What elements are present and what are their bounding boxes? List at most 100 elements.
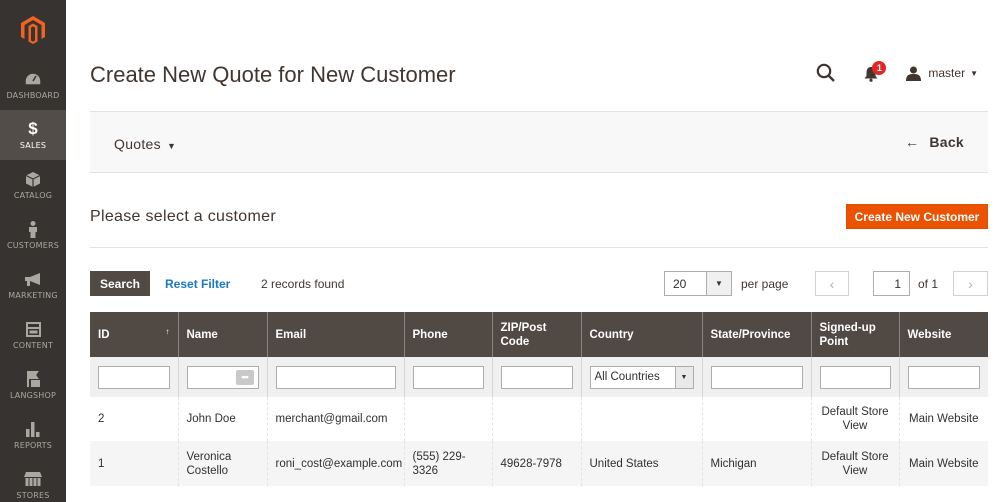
country-filter-select[interactable]: All Countries ▼ <box>589 365 694 389</box>
sidebar-item-stores[interactable]: STORES <box>0 460 66 502</box>
sidebar-item-dashboard[interactable]: DASHBOARD <box>0 60 66 110</box>
notification-count-badge: 1 <box>872 61 887 75</box>
website-filter-input[interactable] <box>907 365 980 389</box>
sidebar-item-marketing[interactable]: MARKETING <box>0 260 66 310</box>
cell-email: merchant@gmail.com <box>266 397 404 441</box>
cell-phone: (555) 229-3326 <box>403 441 492 486</box>
per-page-label: per page <box>741 277 789 291</box>
search-button[interactable]: Search <box>90 271 150 296</box>
notifications-bell[interactable]: 1 <box>864 61 887 83</box>
cell-signed-up-point: Default Store View <box>810 441 899 486</box>
content-icon <box>25 320 41 338</box>
sidebar-item-catalog[interactable]: CATALOG <box>0 160 66 210</box>
country-filter-value: All Countries <box>594 371 660 383</box>
phone-filter-input[interactable] <box>412 365 484 389</box>
page-actions-toolbar: Quotes ▼ ← Back <box>90 111 988 173</box>
column-header-email[interactable]: Email <box>266 312 404 357</box>
page-title: Create New Quote for New Customer <box>90 62 456 87</box>
email-filter-input[interactable] <box>275 365 396 389</box>
cell-zip <box>491 397 581 441</box>
filter-row: ••• All Countries ▼ <box>90 357 988 397</box>
column-header-zip[interactable]: ZIP/Post Code <box>491 312 581 357</box>
customers-grid: ID ↑ Name Email Phone ZIP/Post Code Count… <box>90 312 988 486</box>
chevron-right-icon: › <box>968 275 973 292</box>
cell-email: roni_cost@example.com <box>266 441 404 486</box>
column-header-state[interactable]: State/Province <box>701 312 811 357</box>
sidebar-item-sales[interactable]: $ SALES <box>0 110 66 160</box>
cell-name: Veronica Costello <box>177 441 267 486</box>
cell-id: 2 <box>90 397 178 441</box>
total-pages-label: of 1 <box>918 277 939 291</box>
sidebar-item-label: LANGSHOP <box>9 391 57 400</box>
sidebar-item-label: REPORTS <box>13 441 53 450</box>
more-dots-icon[interactable]: ••• <box>235 369 254 385</box>
bar-chart-icon <box>26 420 40 438</box>
quotes-label: Quotes <box>114 136 161 152</box>
sidebar-item-reports[interactable]: REPORTS <box>0 410 66 460</box>
state-filter-input[interactable] <box>710 365 803 389</box>
back-button[interactable]: ← Back <box>905 134 964 150</box>
user-menu[interactable]: master ▼ <box>906 66 978 81</box>
sidebar-item-label: CATALOG <box>13 191 53 200</box>
sidebar-item-langshop[interactable]: LANGSHOP <box>0 360 66 410</box>
cell-phone <box>403 397 492 441</box>
page-size-select[interactable]: 20 ▼ <box>664 271 732 296</box>
admin-sidebar: DASHBOARD $ SALES CATALOG CUSTOMERS MARK… <box>0 0 66 502</box>
column-header-website[interactable]: Website <box>898 312 988 357</box>
cell-state <box>701 397 811 441</box>
dashboard-icon <box>25 70 41 88</box>
langshop-icon <box>26 370 40 388</box>
signed-up-point-filter-input[interactable] <box>819 365 891 389</box>
cell-zip: 49628-7978 <box>491 441 581 486</box>
next-page-button[interactable]: › <box>953 271 988 296</box>
table-row[interactable]: 2 John Doe merchant@gmail.com Default St… <box>90 397 988 441</box>
id-filter-input[interactable] <box>98 365 170 389</box>
cell-state: Michigan <box>701 441 811 486</box>
table-row[interactable]: 1 Veronica Costello roni_cost@example.co… <box>90 441 988 486</box>
section-divider <box>90 247 988 248</box>
back-label: Back <box>929 134 964 150</box>
person-icon <box>28 220 38 238</box>
magento-logo-icon <box>21 16 45 44</box>
caret-down-icon: ▼ <box>166 141 177 151</box>
create-new-customer-button[interactable]: Create New Customer <box>846 204 988 229</box>
cell-country: United States <box>580 441 702 486</box>
cell-signed-up-point: Default Store View <box>810 397 899 441</box>
cube-icon <box>26 170 40 188</box>
sidebar-item-label: STORES <box>16 491 50 500</box>
reset-filter-link[interactable]: Reset Filter <box>165 277 230 291</box>
column-header-id[interactable]: ID ↑ <box>90 312 178 357</box>
user-name: master <box>928 66 966 80</box>
previous-page-button[interactable]: ‹ <box>815 271 849 296</box>
sidebar-item-content[interactable]: CONTENT <box>0 310 66 360</box>
column-header-signed-up-point[interactable]: Signed-up Point <box>810 312 899 357</box>
current-page-input[interactable]: 1 <box>873 271 910 296</box>
megaphone-icon <box>24 270 42 288</box>
chevron-down-icon[interactable]: ▼ <box>706 272 731 295</box>
chevron-down-icon: ▼ <box>674 366 693 388</box>
column-header-country[interactable]: Country <box>580 312 702 357</box>
column-header-phone[interactable]: Phone <box>403 312 492 357</box>
section-title: Please select a customer <box>90 208 276 225</box>
sidebar-item-customers[interactable]: CUSTOMERS <box>0 210 66 260</box>
records-found: 2 records found <box>261 277 345 291</box>
arrow-left-icon: ← <box>905 134 920 150</box>
magento-logo[interactable] <box>0 0 66 60</box>
page-size-value: 20 <box>673 277 687 291</box>
zip-filter-input[interactable] <box>500 365 573 389</box>
chevron-left-icon: ‹ <box>829 275 835 292</box>
sort-ascending-icon: ↑ <box>165 327 170 336</box>
cell-name: John Doe <box>177 397 267 441</box>
column-header-name[interactable]: Name <box>177 312 267 357</box>
column-label: ID <box>98 328 110 341</box>
header-actions: 1 master ▼ <box>816 61 978 84</box>
chevron-down-icon: ▼ <box>970 68 978 78</box>
user-icon <box>906 66 922 81</box>
sidebar-item-label: CUSTOMERS <box>6 241 60 250</box>
store-icon <box>24 470 42 488</box>
cell-id: 1 <box>90 441 178 486</box>
search-icon[interactable] <box>816 63 836 83</box>
sidebar-item-label: CONTENT <box>12 341 54 350</box>
name-filter-input[interactable]: ••• <box>186 365 259 389</box>
quotes-dropdown-button[interactable]: Quotes ▼ <box>114 136 176 152</box>
